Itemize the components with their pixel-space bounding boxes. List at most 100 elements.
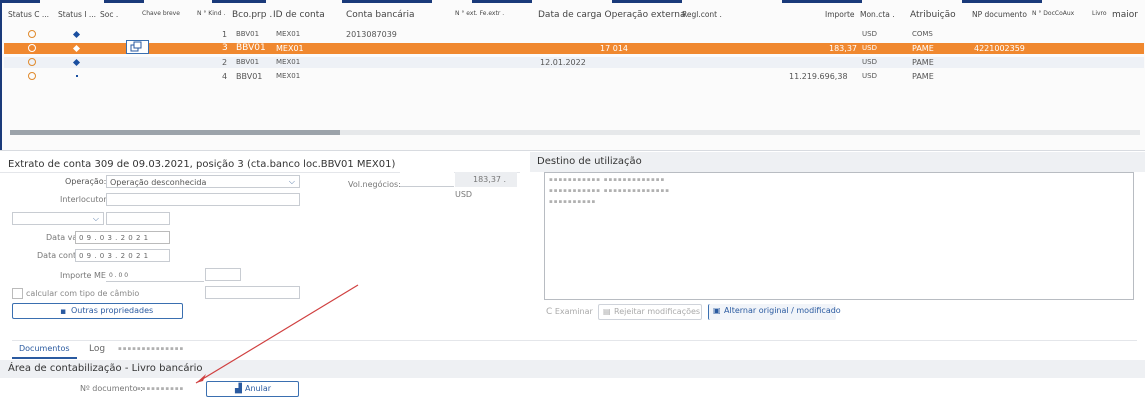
col-header-atribuicao[interactable]: Atribuição [910, 10, 956, 20]
tab-log[interactable]: Log [89, 344, 105, 354]
table-row[interactable]: 1 BBV01 MEX01 2013087039 USD COMS [4, 29, 1144, 40]
col-header-bco-prp[interactable]: Bco.prp . [232, 10, 272, 20]
data-contabil-field[interactable]: 0 9 . 0 3 . 2 0 2 1 [75, 249, 170, 262]
table-row[interactable]: 4 BBV01 MEX01 11.219.696,38 USD PAME [4, 71, 1144, 82]
col-header-livro[interactable]: Livro [1092, 10, 1107, 17]
column-resize-bar [782, 0, 862, 3]
table-row[interactable]: 2 BBV01 MEX01 12.01.2022 USD PAME [4, 57, 1144, 68]
status-diamond-icon [72, 30, 81, 39]
check-icon: C [546, 307, 553, 317]
cell-atrib: COMS [912, 30, 933, 38]
anular-button[interactable]: ▟ Anular [206, 381, 299, 397]
alternar-button[interactable]: ▣ Alternar original / modificado [708, 304, 841, 320]
cell-bco: BBV01 [236, 30, 260, 38]
destino-line: ▪▪▪▪▪▪▪▪▪▪▪ ▪▪▪▪▪▪▪▪▪▪▪▪▪▪ [549, 188, 670, 194]
cell-n: 2 [222, 58, 228, 67]
destino-title: Destino de utilização [537, 156, 642, 167]
cell-mon: USD [862, 72, 877, 80]
cell-id: MEX01 [276, 44, 304, 53]
cell-importe: 183,37 [829, 44, 857, 53]
cell-mon: USD [862, 30, 877, 38]
col-header-id-conta[interactable]: ID de conta [273, 10, 325, 20]
col-header-maior[interactable]: maior [1112, 10, 1138, 20]
column-resize-bar [962, 0, 1042, 3]
cell-data-carga: 12.01.2022 [540, 58, 586, 67]
column-resize-bar [104, 0, 144, 3]
cell-n: 4 [222, 72, 228, 81]
outras-button-label: Outras propriedades [71, 306, 154, 315]
col-header-conta-bancaria[interactable]: Conta bancária [346, 10, 415, 20]
outras-propriedades-button[interactable]: ▪ Outras propriedades [12, 303, 183, 319]
status-diamond-icon [72, 44, 81, 53]
col-header-soc[interactable]: Soc . [100, 10, 118, 19]
area-title: Área de contabilização - Livro bancário [8, 363, 203, 374]
copy-icon[interactable] [126, 40, 149, 54]
type-value-field[interactable] [106, 212, 170, 225]
status-circle-icon [28, 58, 36, 66]
cell-importe: 11.219.696,38 [789, 72, 848, 81]
vol-negocios-field[interactable] [400, 172, 454, 187]
calcular-checkbox[interactable] [12, 288, 23, 299]
n-documento-label: Nº documento : [80, 384, 143, 393]
rejeitar-button[interactable]: ▤ Rejeitar modificações [598, 304, 702, 320]
col-header-mon-cta[interactable]: Mon.cta . [860, 10, 895, 19]
vol-negocios-value: 183,37 [473, 175, 501, 184]
destino-text-area[interactable]: ▪▪▪▪▪▪▪▪▪▪▪ ▪▪▪▪▪▪▪▪▪▪▪▪▪ ▪▪▪▪▪▪▪▪▪▪▪ ▪▪… [544, 172, 1134, 300]
n-documento-value: ▪▪▪▪▪▪▪▪▪▪ [137, 386, 185, 392]
cell-np: 4221002359 [974, 44, 1025, 53]
column-resize-bar [2, 0, 40, 3]
cell-bco: BBV01 [236, 43, 266, 53]
col-header-n-kind[interactable]: N ° Kind . [197, 10, 225, 17]
tabs-divider [12, 340, 1137, 341]
chevron-down-icon: ⌵ [92, 214, 99, 223]
interlocutor-label: Interlocutor : [60, 195, 112, 204]
status-dot-icon [76, 75, 78, 77]
chevron-down-icon: ⌵ [288, 177, 295, 186]
horizontal-scrollbar-thumb[interactable] [10, 130, 340, 135]
reject-icon: ▤ [603, 307, 611, 316]
importe-me-field[interactable]: 0 . 0 0 [106, 269, 204, 282]
tab-other[interactable]: ▪▪▪▪▪▪▪▪▪▪▪▪▪▪ [118, 346, 184, 352]
interlocutor-field[interactable] [106, 193, 300, 206]
cell-atrib: PAME [912, 44, 934, 53]
cell-conta: 2013087039 [346, 30, 397, 39]
destino-line: ▪▪▪▪▪▪▪▪▪▪▪ ▪▪▪▪▪▪▪▪▪▪▪▪▪ [549, 177, 666, 183]
col-header-chave-breve[interactable]: Chave breve [142, 10, 180, 17]
status-circle-icon [28, 44, 36, 52]
col-header-fe-extr[interactable]: N ° ext. Fe.extr . [455, 10, 504, 17]
cell-atrib: PAME [912, 72, 934, 81]
operacao-label: Operação: [65, 177, 107, 186]
anular-label: Anular [245, 384, 272, 393]
exchange-rate-field[interactable] [205, 286, 300, 299]
rejeitar-label: Rejeitar modificações [614, 307, 701, 316]
tab-active-indicator [12, 357, 77, 359]
destino-line: ▪▪▪▪▪▪▪▪▪▪ [549, 199, 597, 205]
col-header-np-documento[interactable]: NP documento [972, 10, 1027, 19]
statement-items-table: Status C ... Status I ... Soc . Chave br… [0, 0, 1145, 150]
cell-id: MEX01 [276, 72, 301, 80]
table-row-selected[interactable]: 3 BBV01 MEX01 17 014 183,37 USD PAME 422… [4, 40, 1144, 54]
importe-me-label: Importe ME : [60, 271, 112, 280]
col-header-regl-cont[interactable]: Regl.cont . [682, 10, 722, 19]
vol-negocios-label: Vol.negócios: [348, 180, 401, 189]
data-valor-field[interactable]: 0 9 . 0 3 . 2 0 2 1 [75, 231, 170, 244]
cell-op: 17 014 [600, 44, 628, 53]
col-header-doc-co-aux[interactable]: N ° DocCoAux [1032, 10, 1074, 17]
importe-me-currency[interactable] [205, 268, 241, 281]
column-resize-bar [212, 0, 266, 3]
splitter[interactable] [0, 150, 1145, 151]
tab-documentos[interactable]: Documentos [19, 344, 70, 353]
examinar-button[interactable]: C Examinar [546, 307, 593, 317]
col-header-status-i[interactable]: Status I ... [58, 10, 96, 19]
operacao-value: Operação desconhecida [110, 178, 207, 187]
col-header-data-carga[interactable]: Data de carga Operação externa [538, 10, 685, 20]
cell-bco: BBV01 [236, 58, 260, 66]
properties-icon: ▪ [60, 307, 67, 317]
cell-mon: USD [862, 44, 877, 52]
col-header-status-c[interactable]: Status C ... [8, 10, 49, 19]
col-header-importe[interactable]: Importe [825, 10, 855, 19]
operacao-select[interactable]: Operação desconhecida ⌵ [106, 175, 300, 188]
cancel-icon: ▟ [235, 384, 242, 394]
column-resize-bar [612, 0, 682, 3]
type-select[interactable]: ⌵ [12, 212, 104, 225]
